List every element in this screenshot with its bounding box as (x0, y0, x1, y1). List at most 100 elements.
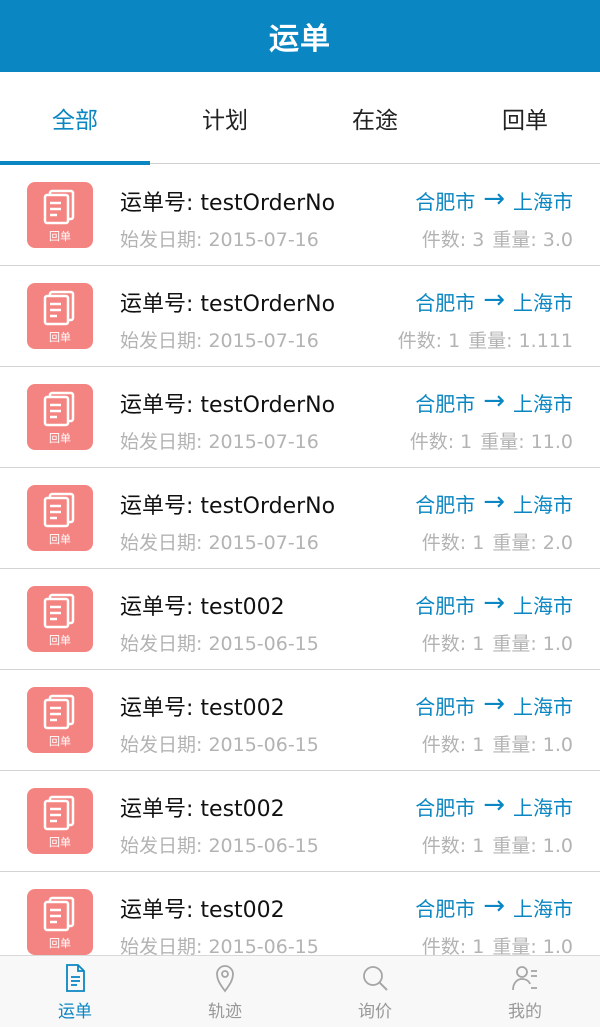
icon-label: 回单 (49, 230, 71, 243)
destination-city: 上海市 (513, 190, 573, 214)
document-stack-icon (43, 795, 75, 831)
piece-count: 件数: 1 (421, 633, 485, 655)
receipt-document-icon: 回单 (27, 384, 93, 450)
order-row[interactable]: 回单 运单号: testOrderNo 始发日期: 2015-07-16 合肥市… (0, 165, 600, 266)
nav-waybill[interactable]: 运单 (0, 956, 150, 1027)
arrow-right-icon: → (483, 284, 505, 315)
receipt-document-icon: 回单 (27, 788, 93, 854)
route: 合肥市 → 上海市 (415, 287, 573, 316)
order-row[interactable]: 回单 运单号: testOrderNo 始发日期: 2015-07-16 合肥市… (0, 367, 600, 468)
start-date: 始发日期: 2015-06-15 (120, 633, 319, 655)
weight: 重量: 11.0 (480, 431, 573, 453)
icon-label: 回单 (49, 937, 71, 950)
start-date: 始发日期: 2015-06-15 (120, 835, 319, 857)
icon-label: 回单 (49, 533, 71, 546)
origin-city: 合肥市 (415, 392, 476, 416)
origin-city: 合肥市 (415, 291, 476, 315)
order-row[interactable]: 回单 运单号: test002 始发日期: 2015-06-15 合肥市 → 上… (0, 569, 600, 670)
order-row[interactable]: 回单 运单号: test002 始发日期: 2015-06-15 合肥市 → 上… (0, 872, 600, 955)
order-row[interactable]: 回单 运单号: test002 始发日期: 2015-06-15 合肥市 → 上… (0, 670, 600, 771)
location-pin-icon (216, 965, 234, 993)
order-number: 运单号: test002 (120, 797, 285, 822)
document-stack-icon (43, 593, 75, 629)
icon-label: 回单 (49, 634, 71, 647)
destination-city: 上海市 (513, 796, 573, 820)
weight: 重量: 1.0 (492, 936, 573, 955)
cargo-stats: 件数: 1 重量: 2.0 (422, 528, 573, 555)
piece-count: 件数: 3 (421, 229, 485, 251)
origin-city: 合肥市 (415, 594, 476, 618)
user-profile-icon (512, 966, 537, 991)
route: 合肥市 → 上海市 (415, 792, 573, 821)
weight: 重量: 1.0 (492, 835, 573, 857)
piece-count: 件数: 1 (421, 835, 485, 857)
tab-bar: 全部 计划 在途 回单 (0, 72, 600, 165)
arrow-right-icon: → (483, 688, 505, 719)
nav-inquiry[interactable]: 询价 (300, 956, 450, 1027)
cargo-stats: 件数: 1 重量: 1.0 (422, 730, 573, 757)
piece-count: 件数: 1 (409, 431, 473, 453)
order-number: 运单号: testOrderNo (120, 494, 336, 519)
arrow-right-icon: → (483, 587, 505, 618)
nav-label: 询价 (358, 1002, 392, 1022)
weight: 重量: 1.0 (492, 633, 573, 655)
start-date: 始发日期: 2015-07-16 (120, 532, 319, 554)
destination-city: 上海市 (513, 594, 573, 618)
weight: 重量: 2.0 (492, 532, 573, 554)
bottom-nav: 运单 轨迹 询价 我的 (0, 955, 600, 1027)
route: 合肥市 → 上海市 (415, 388, 573, 417)
start-date: 始发日期: 2015-07-16 (120, 431, 319, 453)
cargo-stats: 件数: 1 重量: 1.111 (398, 326, 573, 353)
piece-count: 件数: 1 (421, 734, 485, 756)
route: 合肥市 → 上海市 (415, 590, 573, 619)
receipt-document-icon: 回单 (27, 485, 93, 551)
tab-all[interactable]: 全部 (0, 72, 150, 165)
document-stack-icon (43, 391, 75, 427)
weight: 重量: 1.0 (492, 734, 573, 756)
order-row[interactable]: 回单 运单号: testOrderNo 始发日期: 2015-07-16 合肥市… (0, 266, 600, 367)
origin-city: 合肥市 (415, 695, 476, 719)
order-number: 运单号: test002 (120, 696, 285, 721)
nav-mine[interactable]: 我的 (450, 956, 600, 1027)
document-stack-icon (43, 290, 75, 326)
origin-city: 合肥市 (415, 897, 476, 921)
piece-count: 件数: 1 (397, 330, 461, 352)
weight: 重量: 1.111 (468, 330, 573, 352)
document-stack-icon (43, 896, 75, 932)
tab-planned[interactable]: 计划 (150, 72, 300, 164)
document-stack-icon (43, 694, 75, 730)
order-number: 运单号: testOrderNo (120, 393, 336, 418)
tab-label: 在途 (352, 108, 398, 134)
route: 合肥市 → 上海市 (415, 691, 573, 720)
search-icon (363, 966, 388, 991)
cargo-stats: 件数: 1 重量: 11.0 (410, 427, 573, 454)
origin-city: 合肥市 (415, 493, 476, 517)
order-row[interactable]: 回单 运单号: testOrderNo 始发日期: 2015-07-16 合肥市… (0, 468, 600, 569)
arrow-right-icon: → (483, 486, 505, 517)
order-number: 运单号: test002 (120, 898, 285, 923)
tab-label: 计划 (202, 108, 248, 134)
nav-label: 运单 (58, 1002, 92, 1022)
document-stack-icon (43, 189, 75, 225)
arrow-right-icon: → (483, 789, 505, 820)
receipt-document-icon: 回单 (27, 889, 93, 955)
origin-city: 合肥市 (415, 190, 476, 214)
title-bar: 运单 (0, 0, 600, 72)
receipt-document-icon: 回单 (27, 182, 93, 248)
start-date: 始发日期: 2015-06-15 (120, 936, 319, 955)
order-row[interactable]: 回单 运单号: test002 始发日期: 2015-06-15 合肥市 → 上… (0, 771, 600, 872)
tab-receipt[interactable]: 回单 (450, 72, 600, 164)
cargo-stats: 件数: 1 重量: 1.0 (422, 831, 573, 858)
route: 合肥市 → 上海市 (415, 186, 573, 215)
order-number: 运单号: test002 (120, 595, 285, 620)
origin-city: 合肥市 (415, 796, 476, 820)
arrow-right-icon: → (483, 890, 505, 921)
icon-label: 回单 (49, 735, 71, 748)
route: 合肥市 → 上海市 (415, 893, 573, 922)
order-list[interactable]: 回单 运单号: testOrderNo 始发日期: 2015-07-16 合肥市… (0, 165, 600, 955)
start-date: 始发日期: 2015-07-16 (120, 330, 319, 352)
icon-label: 回单 (49, 432, 71, 445)
nav-track[interactable]: 轨迹 (150, 956, 300, 1027)
tab-in-transit[interactable]: 在途 (300, 72, 450, 164)
receipt-document-icon: 回单 (27, 687, 93, 753)
